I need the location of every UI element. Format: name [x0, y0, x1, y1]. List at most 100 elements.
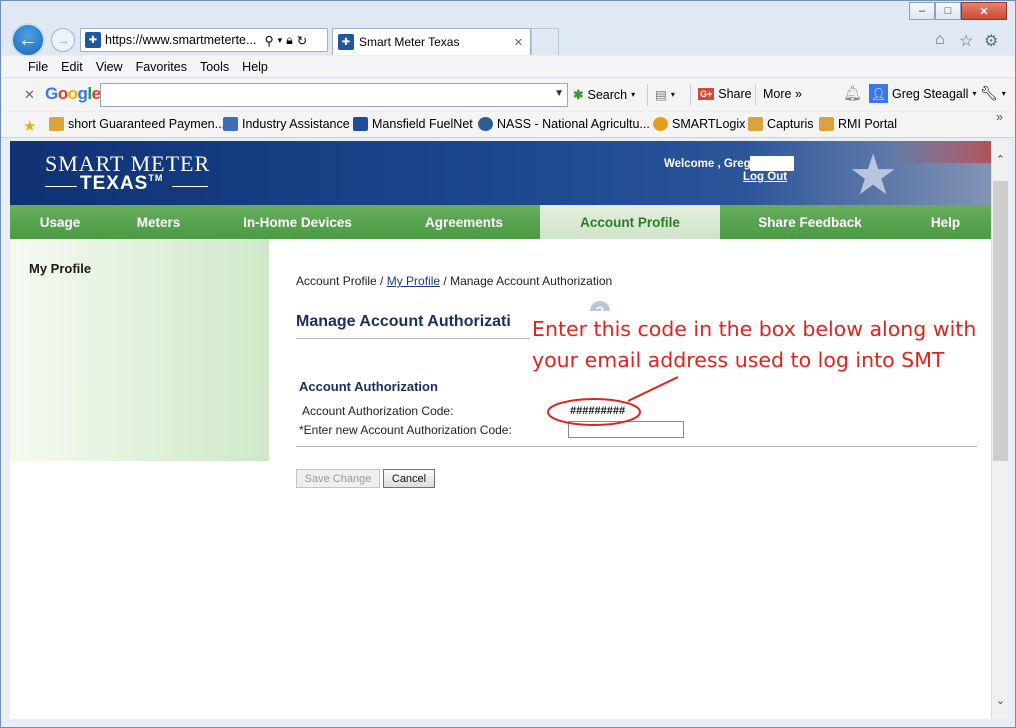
favorite-label: Industry Assistance	[242, 117, 350, 131]
favorite-label: short Guaranteed Paymen...	[68, 117, 226, 131]
vertical-scrollbar[interactable]: ⌃ ⌄	[991, 141, 1008, 719]
fuelnet-icon	[353, 117, 368, 131]
back-button[interactable]: ←	[11, 23, 45, 57]
nav-agreements[interactable]: Agreements	[388, 205, 540, 239]
bookmarks-button[interactable]: ▤ ▾	[655, 87, 675, 102]
more-favorites-icon[interactable]: »	[996, 110, 1003, 124]
google-search-icon: ✱	[573, 88, 584, 102]
scroll-down-icon[interactable]: ⌄	[992, 692, 1009, 709]
add-favorite-icon[interactable]: ★	[23, 117, 36, 135]
favorite-item[interactable]: short Guaranteed Paymen...	[49, 117, 225, 131]
logo-texas-text: TEXAS	[80, 173, 149, 194]
tab-close-icon[interactable]: ✕	[514, 36, 523, 49]
scroll-up-icon[interactable]: ⌃	[992, 151, 1009, 168]
wrench-icon: 🔧︎	[980, 85, 998, 101]
forward-arrow-icon: →	[56, 32, 70, 48]
cancel-button[interactable]: Cancel	[383, 469, 435, 488]
user-avatar-icon: 👤︎	[869, 84, 888, 103]
section-title: Account Authorization	[299, 379, 438, 394]
nav-usage[interactable]: Usage	[10, 205, 110, 239]
bookmark-icon: ▤	[655, 88, 667, 102]
title-bar: – □ ✕ ← → ✚ https://www.smartmeterte... …	[1, 1, 1015, 57]
gear-icon[interactable]: ⚙	[984, 31, 998, 51]
menu-tools[interactable]: Tools	[200, 60, 229, 74]
bell-icon[interactable]: 🔔︎	[843, 84, 862, 102]
home-icon[interactable]: ⌂	[935, 31, 945, 49]
breadcrumb-current: / Manage Account Authorization	[443, 274, 613, 288]
scroll-thumb[interactable]	[993, 181, 1008, 461]
sidebar-title[interactable]: My Profile	[29, 261, 91, 276]
favorite-item[interactable]: NASS - National Agricultu...	[478, 117, 650, 131]
dropdown-icon[interactable]: ▾	[278, 35, 283, 46]
form-divider	[296, 446, 977, 447]
save-change-button[interactable]: Save Change	[296, 469, 380, 488]
menu-edit[interactable]: Edit	[61, 60, 83, 74]
chevron-down-icon[interactable]: ▼	[554, 88, 564, 99]
menu-favorites[interactable]: Favorites	[136, 60, 187, 74]
favorite-item[interactable]: Industry Assistance	[223, 117, 350, 131]
new-code-input[interactable]	[568, 421, 684, 438]
google-search-label: Search	[587, 87, 628, 102]
favorite-label: RMI Portal	[838, 117, 898, 131]
logo-divider	[45, 186, 77, 187]
close-window-button[interactable]: ✕	[961, 2, 1007, 20]
address-url: https://www.smartmeterte...	[105, 33, 257, 47]
nav-share-feedback[interactable]: Share Feedback	[720, 205, 900, 239]
chevron-down-icon: ▾	[631, 90, 636, 99]
favorite-label: SMARTLogix	[672, 117, 746, 131]
annotation-arrow	[627, 376, 679, 402]
search-icon[interactable]: ⚲	[264, 33, 273, 48]
menu-view[interactable]: View	[96, 60, 123, 74]
share-label: Share	[718, 87, 752, 101]
google-plus-icon: G+	[698, 88, 715, 100]
nav-help[interactable]: Help	[900, 205, 991, 239]
page-title: Manage Account Authorizati	[296, 313, 511, 330]
google-toolbar: ✕ Google ▼ ✱ Search ▾ ▤ ▾ G+ Share More …	[2, 79, 1014, 111]
breadcrumb-account-profile: Account Profile /	[296, 274, 384, 288]
menu-file[interactable]: File	[28, 60, 48, 74]
nav-account-profile[interactable]: Account Profile	[540, 205, 720, 239]
code-value: #########	[570, 405, 626, 417]
close-toolbar-icon[interactable]: ✕	[24, 87, 35, 103]
favorite-item[interactable]: SMARTLogix	[653, 117, 745, 131]
nav-in-home-devices[interactable]: In-Home Devices	[207, 205, 388, 239]
toolbar-divider	[690, 84, 691, 106]
refresh-icon[interactable]: ↻	[297, 33, 307, 48]
toolbar-divider	[647, 84, 648, 106]
nav-meters[interactable]: Meters	[110, 205, 207, 239]
google-search-button[interactable]: ✱ Search ▾	[573, 87, 636, 103]
title-divider	[296, 338, 531, 339]
breadcrumb-my-profile-link[interactable]: My Profile	[387, 274, 440, 288]
favorite-item[interactable]: RMI Portal	[819, 117, 897, 131]
user-account-button[interactable]: 👤︎ Greg Steagall ▾	[869, 84, 976, 103]
new-tab-button[interactable]	[531, 28, 559, 55]
share-button[interactable]: G+ Share	[698, 87, 752, 101]
annotation-line-1: Enter this code in the box below along w…	[532, 317, 977, 341]
page-icon	[49, 117, 64, 131]
chevron-down-icon: ▾	[670, 90, 675, 99]
address-bar[interactable]: ✚ https://www.smartmeterte... ⚲ ▾ 🔒︎ ↻	[80, 28, 328, 52]
chevron-down-icon: ▾	[1001, 89, 1006, 98]
menu-help[interactable]: Help	[242, 60, 268, 74]
maximize-button[interactable]: □	[935, 2, 961, 20]
more-button[interactable]: More »	[763, 87, 802, 101]
lock-icon[interactable]: 🔒︎	[286, 33, 293, 48]
site-favicon-icon: ✚	[85, 32, 101, 48]
toolbar-divider	[755, 84, 756, 106]
flag-decoration	[890, 141, 991, 163]
redaction-box	[750, 156, 794, 171]
favorite-item[interactable]: Capturis	[748, 117, 814, 131]
favorites-bar: ★ short Guaranteed Paymen... Industry As…	[2, 110, 1014, 138]
minimize-button[interactable]: –	[909, 2, 935, 20]
tab-smart-meter-texas[interactable]: ✚ Smart Meter Texas ✕	[332, 28, 531, 55]
favorites-star-icon[interactable]: ☆	[959, 31, 973, 51]
menu-bar: File Edit View Favorites Tools Help	[2, 56, 1014, 78]
wrench-button[interactable]: 🔧︎ ▾	[980, 85, 1006, 102]
breadcrumb: Account Profile / My Profile / Manage Ac…	[296, 274, 612, 288]
google-search-input[interactable]: ▼	[100, 83, 568, 107]
logout-link[interactable]: Log Out	[743, 171, 787, 183]
favorite-item[interactable]: Mansfield FuelNet	[353, 117, 473, 131]
nass-icon	[478, 117, 493, 131]
favorite-label: Mansfield FuelNet	[372, 117, 473, 131]
forward-button[interactable]: →	[51, 28, 75, 52]
